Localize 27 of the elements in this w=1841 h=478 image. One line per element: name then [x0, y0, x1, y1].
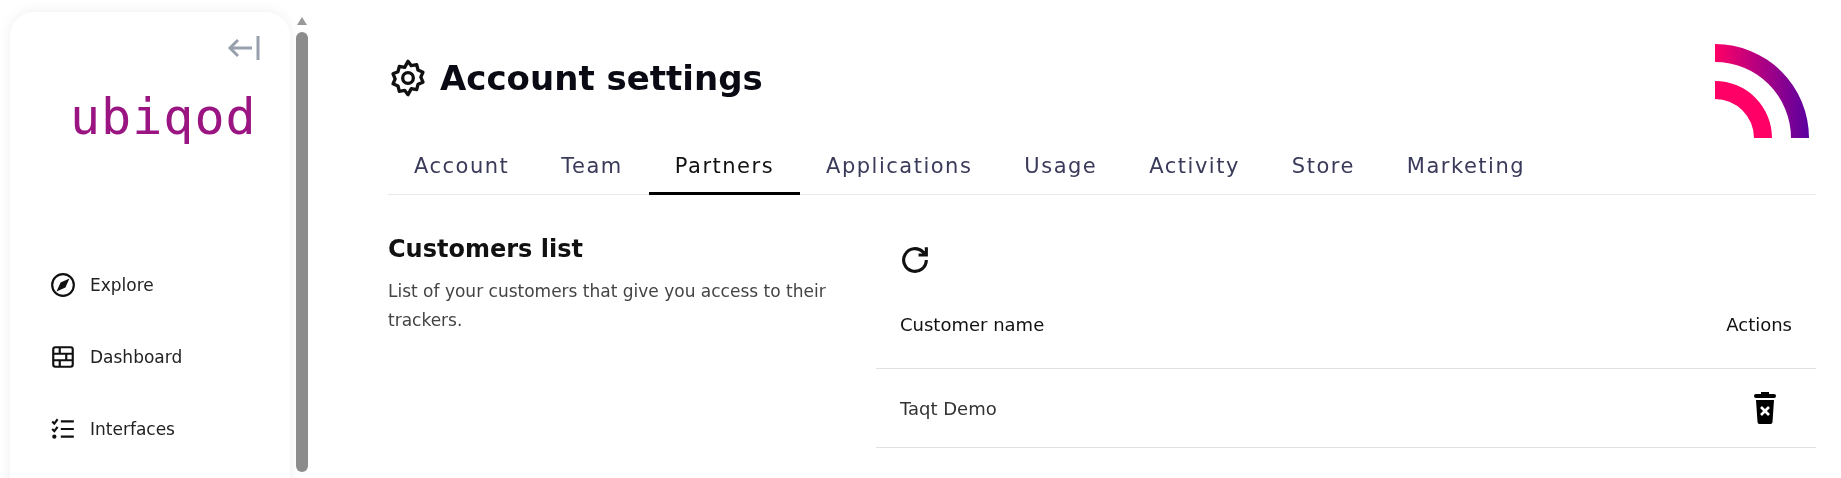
tab[interactable]: Marketing [1380, 142, 1552, 195]
scroll-up-icon[interactable] [296, 16, 308, 26]
bricks-icon [50, 344, 76, 370]
nav-item[interactable]: Explore [50, 272, 290, 298]
table-cell: Taqt Demo [900, 397, 997, 419]
delete-icon[interactable] [1752, 392, 1778, 424]
column-header: Customer name [900, 313, 1045, 335]
tab[interactable]: Usage [998, 142, 1124, 195]
section-description: List of your customers that give you access to their trackers. [388, 280, 827, 332]
nav-item[interactable]: Interfaces [50, 416, 290, 442]
scrollbar-thumb[interactable] [296, 32, 308, 472]
tab[interactable]: Activity [1123, 142, 1266, 195]
tab[interactable]: Store [1265, 142, 1381, 195]
column-header: Actions [1726, 313, 1792, 335]
tab[interactable]: Team [535, 142, 649, 195]
tab[interactable]: Account [388, 142, 536, 195]
collapse-icon[interactable] [226, 34, 262, 62]
settings-icon [388, 58, 428, 98]
compass-icon [50, 272, 76, 298]
tab[interactable]: Partners [648, 142, 801, 195]
signal-icon [1715, 44, 1811, 140]
section-title: Customers list [388, 235, 584, 263]
logo: ubiqod [70, 92, 257, 142]
tab[interactable]: Applications [800, 142, 999, 195]
nav-item[interactable]: Dashboard [50, 344, 290, 370]
page-title: Account settings [440, 58, 763, 98]
checklist-icon [50, 416, 76, 442]
